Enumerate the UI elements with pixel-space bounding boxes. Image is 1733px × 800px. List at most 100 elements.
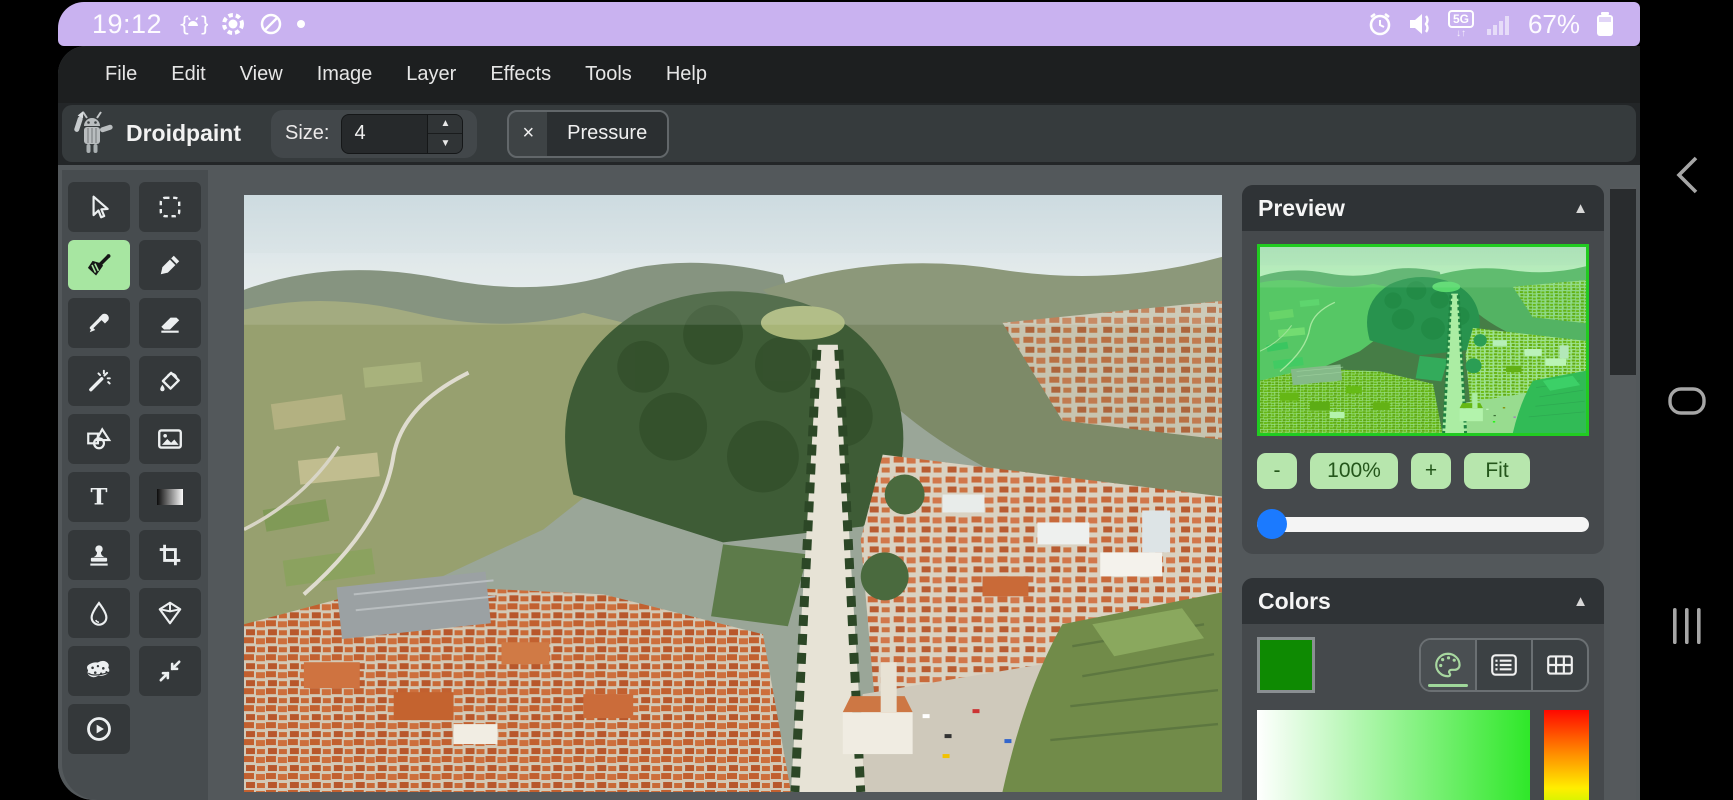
image-icon: [156, 426, 184, 452]
rect-select-tool-button[interactable]: [139, 182, 201, 232]
toolbar-panel: Droidpaint Size: 4 ▲ ▼ × Pressure: [62, 105, 1636, 162]
tool-palette: T: [62, 170, 208, 800]
eyedropper-tool-button[interactable]: [68, 298, 130, 348]
size-input[interactable]: 4 ▲ ▼: [341, 114, 463, 154]
notification-icons: { }: [178, 11, 306, 37]
canvas-image[interactable]: [244, 195, 1222, 792]
right-panel: Preview ▲ - 100% + Fit: [1242, 165, 1640, 800]
crop-tool-button[interactable]: [139, 530, 201, 580]
clock: 19:12: [92, 9, 162, 40]
dot-notification-icon: [296, 19, 306, 29]
list-icon: [1489, 651, 1519, 679]
size-label: Size:: [285, 122, 329, 145]
saturation-value-picker[interactable]: [1257, 710, 1530, 800]
color-view-tabs: [1419, 638, 1589, 692]
workspace: T: [58, 165, 1640, 800]
water-drop-tool-button[interactable]: [68, 588, 130, 638]
preview-panel: Preview ▲ - 100% + Fit: [1242, 185, 1604, 554]
gem-icon: [156, 600, 184, 626]
preview-image[interactable]: [1257, 244, 1589, 436]
shapes-tool-button[interactable]: [68, 414, 130, 464]
fill-bucket-icon: [157, 368, 183, 394]
play-tool-button[interactable]: [68, 704, 130, 754]
collapse-tool-button[interactable]: [139, 646, 201, 696]
menu-image[interactable]: Image: [300, 63, 390, 86]
stamp-icon: [86, 542, 112, 568]
grid-tab[interactable]: [1531, 640, 1587, 690]
cursor-tool-button[interactable]: [68, 182, 130, 232]
text-icon: T: [86, 484, 112, 510]
app-notification-icon: { }: [178, 11, 208, 37]
colors-title: Colors: [1258, 588, 1573, 615]
panel-scrollbar[interactable]: [1610, 187, 1636, 800]
size-value[interactable]: 4: [342, 122, 427, 145]
zoom-out-button[interactable]: -: [1257, 453, 1297, 489]
menu-bar: File Edit View Image Layer Effects Tools…: [58, 46, 1640, 103]
color-swatch-row: [1257, 637, 1589, 693]
data-saver-icon: [258, 11, 284, 37]
pencil-icon: [157, 252, 183, 278]
collapse-icon[interactable]: ▲: [1573, 200, 1588, 217]
droidpaint-app: File Edit View Image Layer Effects Tools…: [58, 46, 1640, 800]
android-nav-bar: [1640, 0, 1733, 800]
hue-slider[interactable]: [1544, 710, 1589, 800]
menu-effects[interactable]: Effects: [473, 63, 568, 86]
zoom-slider-handle[interactable]: [1257, 509, 1287, 539]
text-tool-button[interactable]: T: [68, 472, 130, 522]
image-tool-button[interactable]: [139, 414, 201, 464]
list-tab[interactable]: [1475, 640, 1531, 690]
pencil-tool-button[interactable]: [139, 240, 201, 290]
collapse-icon[interactable]: ▲: [1573, 593, 1588, 610]
gem-tool-button[interactable]: [139, 588, 201, 638]
alarm-icon: [1366, 10, 1394, 38]
back-button[interactable]: [1670, 152, 1704, 198]
pressure-label: Pressure: [547, 112, 667, 156]
menu-file[interactable]: File: [88, 63, 154, 86]
eyedropper-icon: [86, 310, 112, 336]
svg-text:}: }: [199, 12, 208, 36]
sponge-tool-button[interactable]: [68, 646, 130, 696]
brush-tool-button[interactable]: [68, 240, 130, 290]
size-decrement-button[interactable]: ▼: [428, 134, 462, 153]
grid-icon: [1545, 651, 1575, 679]
palette-tab[interactable]: [1421, 640, 1475, 690]
brush-size-group: Size: 4 ▲ ▼: [271, 110, 477, 158]
menu-help[interactable]: Help: [649, 63, 724, 86]
current-color-swatch[interactable]: [1257, 637, 1315, 693]
menu-tools[interactable]: Tools: [568, 63, 649, 86]
gradient-tool-button[interactable]: [139, 472, 201, 522]
size-increment-button[interactable]: ▲: [428, 115, 462, 135]
cursor-icon: [86, 194, 112, 220]
zoom-slider-track[interactable]: [1257, 517, 1589, 532]
menu-view[interactable]: View: [223, 63, 300, 86]
zoom-fit-button[interactable]: Fit: [1464, 453, 1530, 489]
app-title: Droidpaint: [126, 120, 241, 147]
fill-bucket-tool-button[interactable]: [139, 356, 201, 406]
colors-header[interactable]: Colors ▲: [1242, 578, 1604, 624]
pressure-close-icon[interactable]: ×: [509, 122, 547, 145]
status-bar: 19:12 { }: [58, 2, 1640, 46]
color-picker: [1257, 710, 1589, 800]
eraser-tool-button[interactable]: [139, 298, 201, 348]
battery-percent: 67%: [1528, 9, 1580, 40]
size-spinner: ▲ ▼: [427, 115, 462, 153]
pressure-toggle[interactable]: × Pressure: [507, 110, 669, 158]
crop-icon: [157, 542, 183, 568]
menu-edit[interactable]: Edit: [154, 63, 222, 86]
stamp-tool-button[interactable]: [68, 530, 130, 580]
zoom-slider[interactable]: [1257, 509, 1589, 539]
preview-green-tint: [1260, 247, 1586, 433]
signal-icon: [1486, 11, 1512, 37]
svg-text:T: T: [91, 485, 108, 510]
sponge-icon: [84, 658, 114, 684]
scrollbar-thumb[interactable]: [1610, 189, 1636, 375]
home-button[interactable]: [1667, 386, 1707, 416]
gear-notification-icon: [220, 11, 246, 37]
preview-header[interactable]: Preview ▲: [1242, 185, 1604, 231]
magic-wand-tool-button[interactable]: [68, 356, 130, 406]
recents-button[interactable]: [1670, 606, 1704, 646]
zoom-in-button[interactable]: +: [1411, 453, 1451, 489]
system-icons: 5G ↓↑ 67%: [1366, 9, 1618, 40]
zoom-level-button[interactable]: 100%: [1310, 453, 1398, 489]
menu-layer[interactable]: Layer: [389, 63, 473, 86]
